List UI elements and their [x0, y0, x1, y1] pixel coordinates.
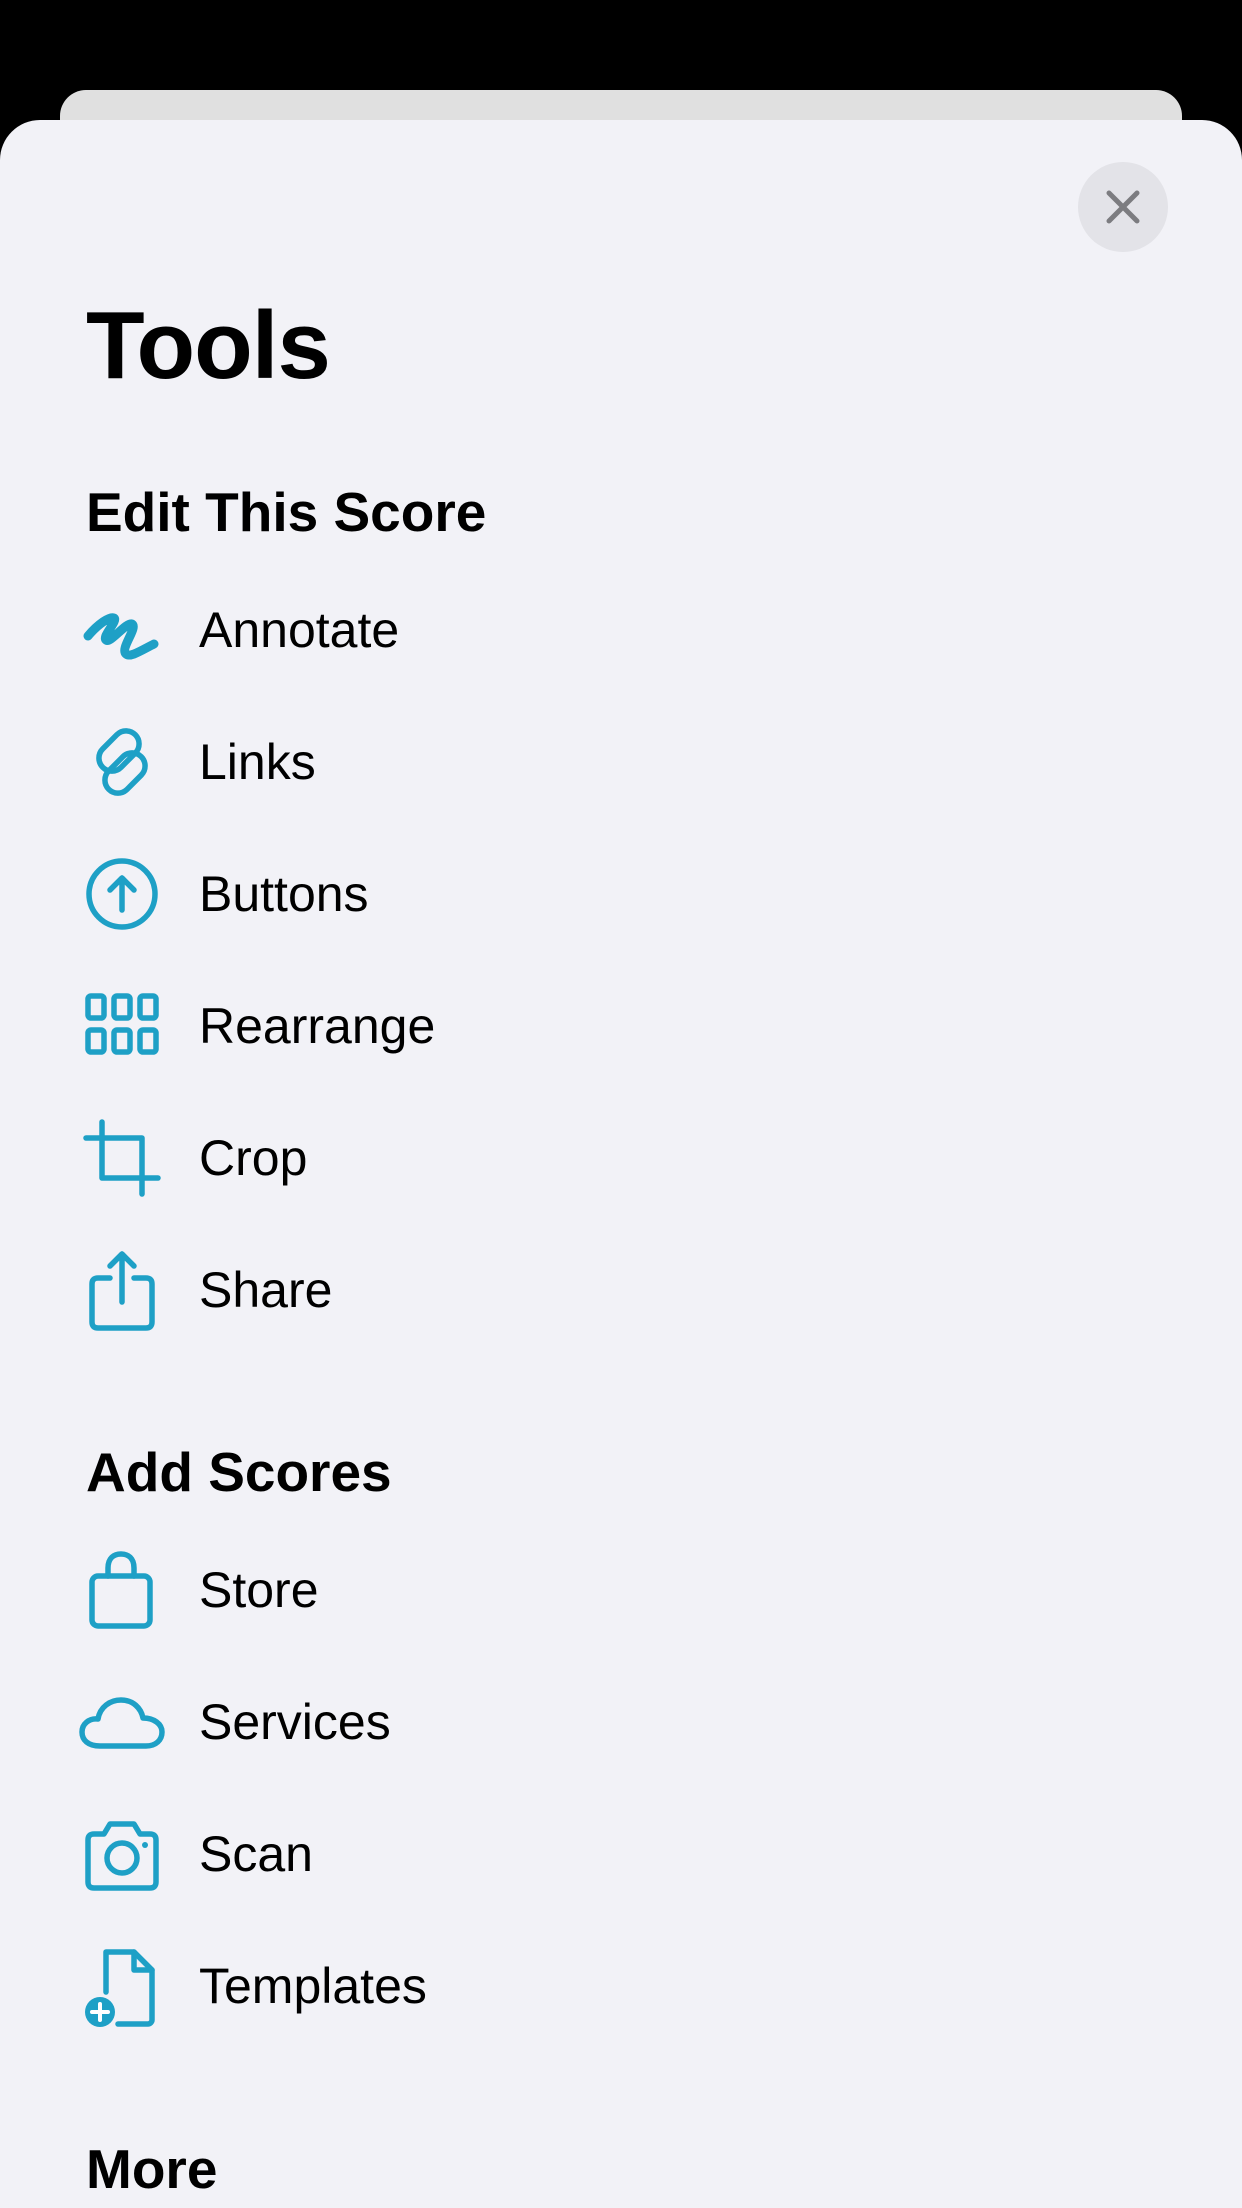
tool-item-templates[interactable]: Templates — [80, 1936, 1160, 2036]
page-title: Tools — [86, 292, 331, 399]
tool-label: Templates — [199, 1958, 427, 2014]
scribble-icon — [80, 585, 170, 675]
tool-label: Links — [199, 734, 316, 790]
tool-label: Crop — [199, 1130, 308, 1186]
document-plus-icon — [80, 1941, 170, 2031]
tool-label: Share — [199, 1262, 333, 1318]
cloud-icon — [79, 1677, 170, 1767]
tool-label: Scan — [199, 1826, 313, 1882]
close-button[interactable] — [1078, 162, 1168, 252]
section-title-more: More — [86, 2138, 218, 2200]
arrow-up-circle-icon — [80, 849, 170, 939]
camera-icon — [80, 1809, 170, 1899]
tool-item-services[interactable]: Services — [79, 1672, 1160, 1772]
tool-label: Store — [199, 1562, 319, 1618]
tool-label: Buttons — [199, 866, 369, 922]
grid-icon — [80, 981, 170, 1071]
bag-icon — [80, 1545, 170, 1635]
tool-item-annotate[interactable]: Annotate — [80, 580, 1160, 680]
tool-label: Rearrange — [199, 998, 436, 1054]
tool-item-buttons[interactable]: Buttons — [80, 844, 1160, 944]
tool-item-links[interactable]: Links — [80, 712, 1160, 812]
tools-sheet: Tools Edit This Score Annotate Links But… — [0, 120, 1242, 2208]
share-icon — [80, 1245, 170, 1335]
tool-label: Services — [199, 1694, 391, 1750]
tool-item-scan[interactable]: Scan — [80, 1804, 1160, 1904]
tool-item-share[interactable]: Share — [80, 1240, 1160, 1340]
section-title-add-scores: Add Scores — [86, 1441, 392, 1503]
section-title-edit: Edit This Score — [86, 481, 487, 543]
tool-item-crop[interactable]: Crop — [80, 1108, 1160, 1208]
crop-icon — [80, 1113, 170, 1203]
tool-item-store[interactable]: Store — [80, 1540, 1160, 1640]
tool-label: Annotate — [199, 602, 400, 658]
link-icon — [80, 717, 170, 807]
tool-item-rearrange[interactable]: Rearrange — [80, 976, 1160, 1076]
xmark-icon — [1106, 190, 1140, 224]
